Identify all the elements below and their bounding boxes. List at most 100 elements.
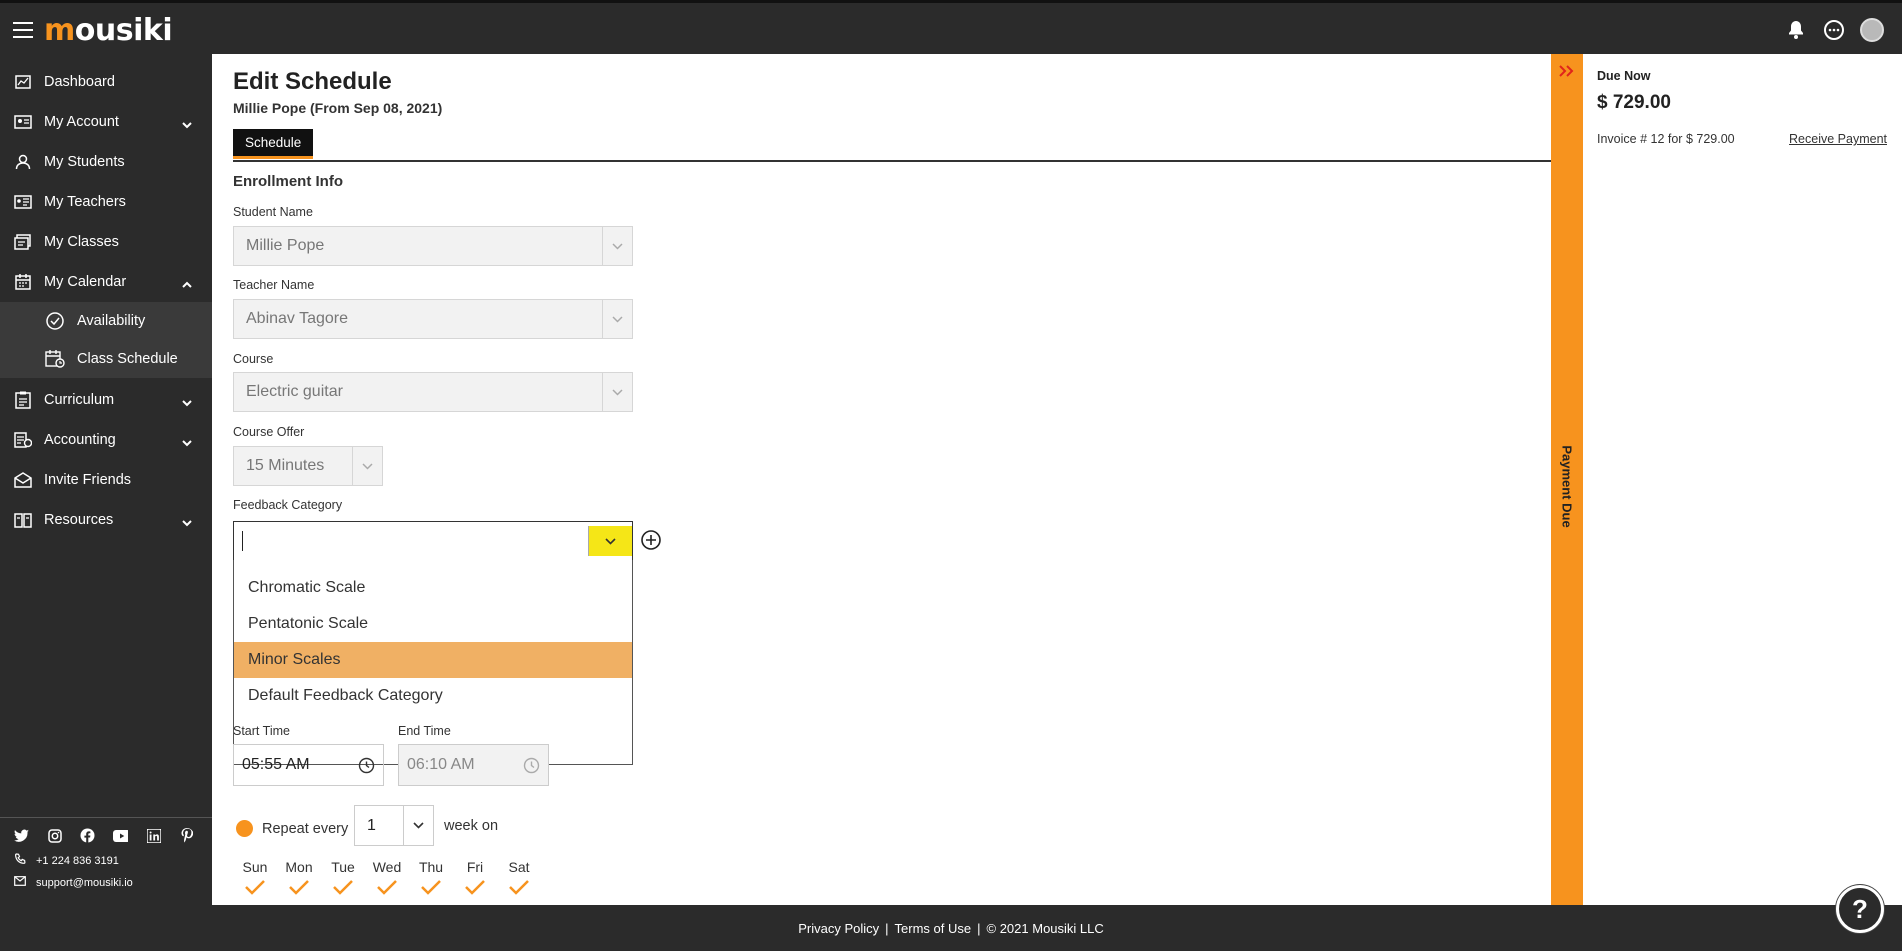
day-fri[interactable]: Fri [453,859,497,898]
clock-check-icon [45,311,65,331]
day-mon[interactable]: Mon [277,859,321,898]
sidebar-item-my-calendar[interactable]: My Calendar [0,262,212,302]
day-tue[interactable]: Tue [321,859,365,898]
tab-schedule[interactable]: Schedule [233,129,314,159]
dropdown-option-highlighted[interactable]: Minor Scales [234,642,632,678]
payment-panel: Due Now $ 729.00 Invoice # 12 for $ 729.… [1583,54,1902,905]
teacher-name-select[interactable]: Abinav Tagore [233,299,633,339]
youtube-icon[interactable] [113,828,128,843]
day-thu[interactable]: Thu [409,859,453,898]
course-select[interactable]: Electric guitar [233,372,633,412]
avatar[interactable] [1860,18,1884,42]
repeat-radio[interactable] [236,820,253,837]
course-offer-label: Course Offer [233,425,305,439]
double-chevron-right-icon[interactable] [1559,64,1575,82]
sidebar-item-resources[interactable]: Resources [0,500,212,540]
check-icon [508,879,530,898]
day-label: Tue [331,859,355,875]
clock-icon[interactable] [523,757,540,779]
copyright: © 2021 Mousiki LLC [986,920,1104,936]
sidebar: Dashboard My Account My Students My Teac… [0,54,212,905]
chevron-down-icon[interactable] [352,447,382,485]
payment-due-toggle[interactable]: Payment Due [1551,54,1583,905]
receive-payment-link[interactable]: Receive Payment [1789,132,1887,146]
chevron-down-icon[interactable] [182,395,192,411]
payment-due-label: Payment Due [1559,445,1575,528]
linkedin-icon[interactable] [146,828,161,843]
day-label: Fri [466,859,484,875]
logo[interactable]: mousiki [44,13,173,48]
dropdown-option[interactable]: Pentatonic Scale [234,606,632,642]
chevron-down-icon[interactable] [182,435,192,451]
tab-divider [233,160,1551,162]
dropdown-option[interactable]: Chromatic Scale [234,570,632,606]
sidebar-item-my-classes[interactable]: My Classes [0,222,212,262]
chevron-down-icon[interactable] [602,227,632,265]
facebook-icon[interactable] [80,828,95,843]
repeat-count-value: 1 [367,816,376,834]
sidebar-item-curriculum[interactable]: Curriculum [0,380,212,420]
day-wed[interactable]: Wed [365,859,409,898]
sidebar-item-my-account[interactable]: My Account [0,102,212,142]
chevron-down-icon[interactable] [588,526,632,556]
due-amount: $ 729.00 [1597,92,1671,113]
sidebar-subitem-class-schedule[interactable]: Class Schedule [0,340,212,378]
sidebar-item-my-teachers[interactable]: My Teachers [0,182,212,222]
top-bar: mousiki [0,0,1902,54]
section-title: Enrollment Info [233,173,343,190]
week-on-label: week on [444,818,499,834]
menu-icon[interactable] [13,22,33,38]
sidebar-item-invite-friends[interactable]: Invite Friends [0,460,212,500]
course-offer-select[interactable]: 15 Minutes [233,446,383,486]
sidebar-item-dashboard[interactable]: Dashboard [0,62,212,102]
add-circle-icon[interactable] [640,529,662,551]
chevron-down-icon[interactable] [602,373,632,411]
feedback-category-input[interactable] [233,521,633,561]
page-subtitle: Millie Pope (From Sep 08, 2021) [233,100,443,116]
repeat-count-select[interactable]: 1 [354,805,434,846]
invoice-text: Invoice # 12 for $ 729.00 [1597,132,1735,146]
day-label: Sun [242,859,268,875]
day-sat[interactable]: Sat [497,859,541,898]
sidebar-item-my-students[interactable]: My Students [0,142,212,182]
check-icon [288,879,310,898]
chevron-down-icon[interactable] [182,515,192,531]
teacher-board-icon [14,194,32,210]
day-sun[interactable]: Sun [233,859,277,898]
bell-icon[interactable] [1784,18,1808,42]
chevron-down-icon[interactable] [602,300,632,338]
check-icon [376,879,398,898]
book-icon [14,512,32,528]
feedback-category-label: Feedback Category [233,498,343,512]
end-time-input[interactable]: 06:10 AM [398,744,549,786]
student-name-select[interactable]: Millie Pope [233,226,633,266]
terms-of-use-link[interactable]: Terms of Use [895,921,972,936]
chat-icon[interactable] [1822,18,1846,42]
repeat-label: Repeat every [262,821,349,837]
contact-phone[interactable]: +1 224 836 3191 [14,853,198,868]
envelope-icon [14,472,32,488]
start-time-input[interactable]: 05:55 AM [233,744,384,786]
course-label: Course [233,352,274,366]
day-label: Thu [418,859,444,875]
privacy-policy-link[interactable]: Privacy Policy [798,921,879,936]
contact-email[interactable]: support@mousiki.io [14,876,198,889]
day-label: Mon [285,859,313,875]
help-button[interactable]: ? [1836,885,1884,933]
check-icon [420,879,442,898]
clock-icon[interactable] [358,757,375,779]
dropdown-option[interactable]: Default Feedback Category [234,678,632,714]
chevron-up-icon[interactable] [182,277,192,293]
teacher-name-label: Teacher Name [233,278,315,292]
chevron-down-icon[interactable] [403,806,433,845]
main-content: Edit Schedule Millie Pope (From Sep 08, … [212,54,1551,905]
instagram-icon[interactable] [47,828,62,843]
sidebar-subitem-availability[interactable]: Availability [0,302,212,340]
pinterest-icon[interactable] [179,828,194,843]
sidebar-item-label: Resources [44,512,114,528]
chevron-down-icon[interactable] [182,117,192,133]
phone-icon [14,853,26,868]
text-caret [242,531,243,551]
sidebar-item-accounting[interactable]: Accounting [0,420,212,460]
twitter-icon[interactable] [14,828,29,843]
